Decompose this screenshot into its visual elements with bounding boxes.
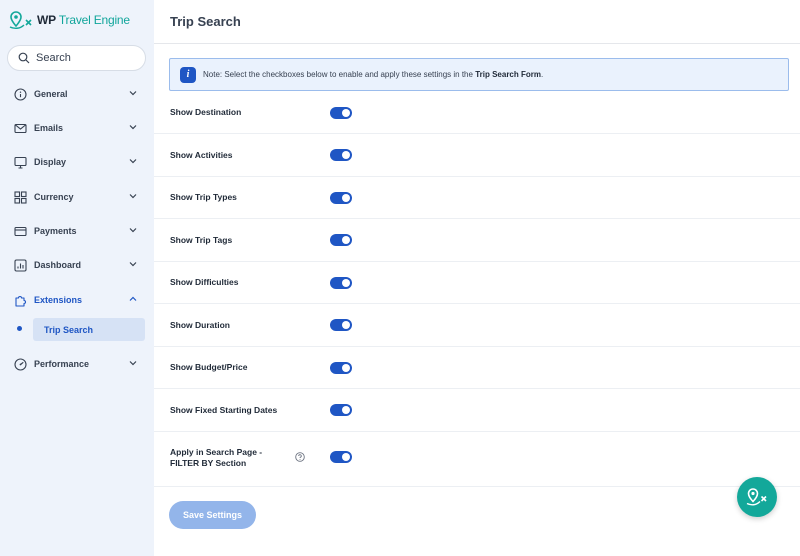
setting-row-trip-types: Show Trip Types [154, 177, 800, 219]
extensions-icon [14, 294, 27, 307]
note-text: Note: Select the checkboxes below to ena… [203, 70, 544, 79]
setting-label: Show Fixed Starting Dates [170, 405, 278, 415]
toggle-apply-filter-by-section[interactable] [330, 451, 352, 463]
search-box[interactable] [7, 45, 146, 71]
info-icon: i [180, 66, 196, 83]
sidebar-item-dashboard[interactable]: Dashboard [14, 255, 138, 275]
setting-label: Show Duration [170, 320, 230, 330]
sidebar-item-label: Payments [34, 226, 77, 236]
sidebar-item-label: Dashboard [34, 260, 82, 270]
sidebar-item-extensions[interactable]: Extensions [14, 290, 138, 310]
chevron-up-icon [128, 291, 138, 309]
help-chat-button[interactable] [737, 477, 777, 517]
dashboard-icon [14, 258, 27, 272]
currency-icon [14, 190, 27, 204]
save-settings-button[interactable]: Save Settings [169, 501, 256, 529]
chevron-down-icon [128, 256, 138, 274]
help-icon[interactable] [295, 452, 305, 462]
search-input[interactable] [36, 52, 136, 64]
chevron-down-icon [128, 153, 138, 171]
brand-logo[interactable]: WP Travel Engine [8, 10, 130, 30]
sidebar-item-label: Extensions [34, 295, 83, 305]
toggle-show-activities[interactable] [330, 149, 352, 161]
setting-row-activities: Show Activities [154, 134, 800, 177]
setting-label: Show Activities [170, 150, 233, 160]
toggle-show-trip-tags[interactable] [330, 234, 352, 246]
sidebar-item-label: Currency [34, 192, 74, 202]
setting-row-difficulties: Show Difficulties [154, 262, 800, 304]
toggle-show-duration[interactable] [330, 319, 352, 331]
toggle-show-budget-price[interactable] [330, 362, 352, 374]
chevron-down-icon [128, 119, 138, 137]
sidebar-item-label: General [34, 89, 68, 99]
map-pin-route-icon [746, 488, 767, 506]
setting-row-destination: Show Destination [154, 92, 800, 134]
sidebar-item-currency[interactable]: Currency [14, 187, 138, 207]
display-icon [14, 156, 27, 169]
setting-label: Show Trip Types [170, 192, 237, 202]
setting-row-filter-by-section: Apply in Search Page - FILTER BY Section [154, 432, 800, 487]
sidebar-item-performance[interactable]: Performance [14, 354, 138, 374]
sidebar: WP Travel Engine General Emails Display … [0, 0, 154, 556]
setting-row-duration: Show Duration [154, 304, 800, 347]
map-pin-route-icon [9, 11, 32, 30]
toggle-show-trip-types[interactable] [330, 192, 352, 204]
mail-icon [14, 122, 27, 135]
page-title: Trip Search [170, 14, 241, 29]
toggle-show-destination[interactable] [330, 107, 352, 119]
chevron-down-icon [128, 355, 138, 373]
main-content: Trip Search i Note: Select the checkboxe… [154, 0, 800, 556]
sidebar-item-label: Performance [34, 359, 90, 369]
setting-row-fixed-starting-dates: Show Fixed Starting Dates [154, 389, 800, 432]
card-icon [14, 225, 27, 238]
chevron-down-icon [128, 222, 138, 240]
header-divider [154, 43, 800, 44]
sidebar-item-emails[interactable]: Emails [14, 118, 138, 138]
setting-label: Show Budget/Price [170, 362, 248, 372]
sidebar-item-payments[interactable]: Payments [14, 221, 138, 241]
setting-label: Show Destination [170, 107, 242, 117]
active-indicator-dot [17, 326, 22, 331]
setting-label: Show Difficulties [170, 277, 239, 287]
search-icon [18, 52, 30, 64]
sidebar-item-display[interactable]: Display [14, 152, 138, 172]
brand-name: WP Travel Engine [37, 13, 130, 27]
sidebar-item-label: Emails [34, 123, 64, 133]
performance-icon [14, 357, 27, 371]
chevron-down-icon [128, 85, 138, 103]
setting-label: Show Trip Tags [170, 235, 233, 245]
setting-row-trip-tags: Show Trip Tags [154, 219, 800, 262]
setting-label: Apply in Search Page - FILTER BY Section [170, 447, 263, 468]
toggle-show-difficulties[interactable] [330, 277, 352, 289]
sidebar-subitem-trip-search[interactable]: Trip Search [33, 318, 145, 341]
sidebar-item-label: Display [34, 157, 67, 167]
chevron-down-icon [128, 188, 138, 206]
toggle-show-fixed-starting-dates[interactable] [330, 404, 352, 416]
setting-row-budget-price: Show Budget/Price [154, 347, 800, 389]
sidebar-item-general[interactable]: General [14, 84, 138, 104]
info-icon [14, 87, 27, 101]
info-note: i Note: Select the checkboxes below to e… [169, 58, 789, 91]
